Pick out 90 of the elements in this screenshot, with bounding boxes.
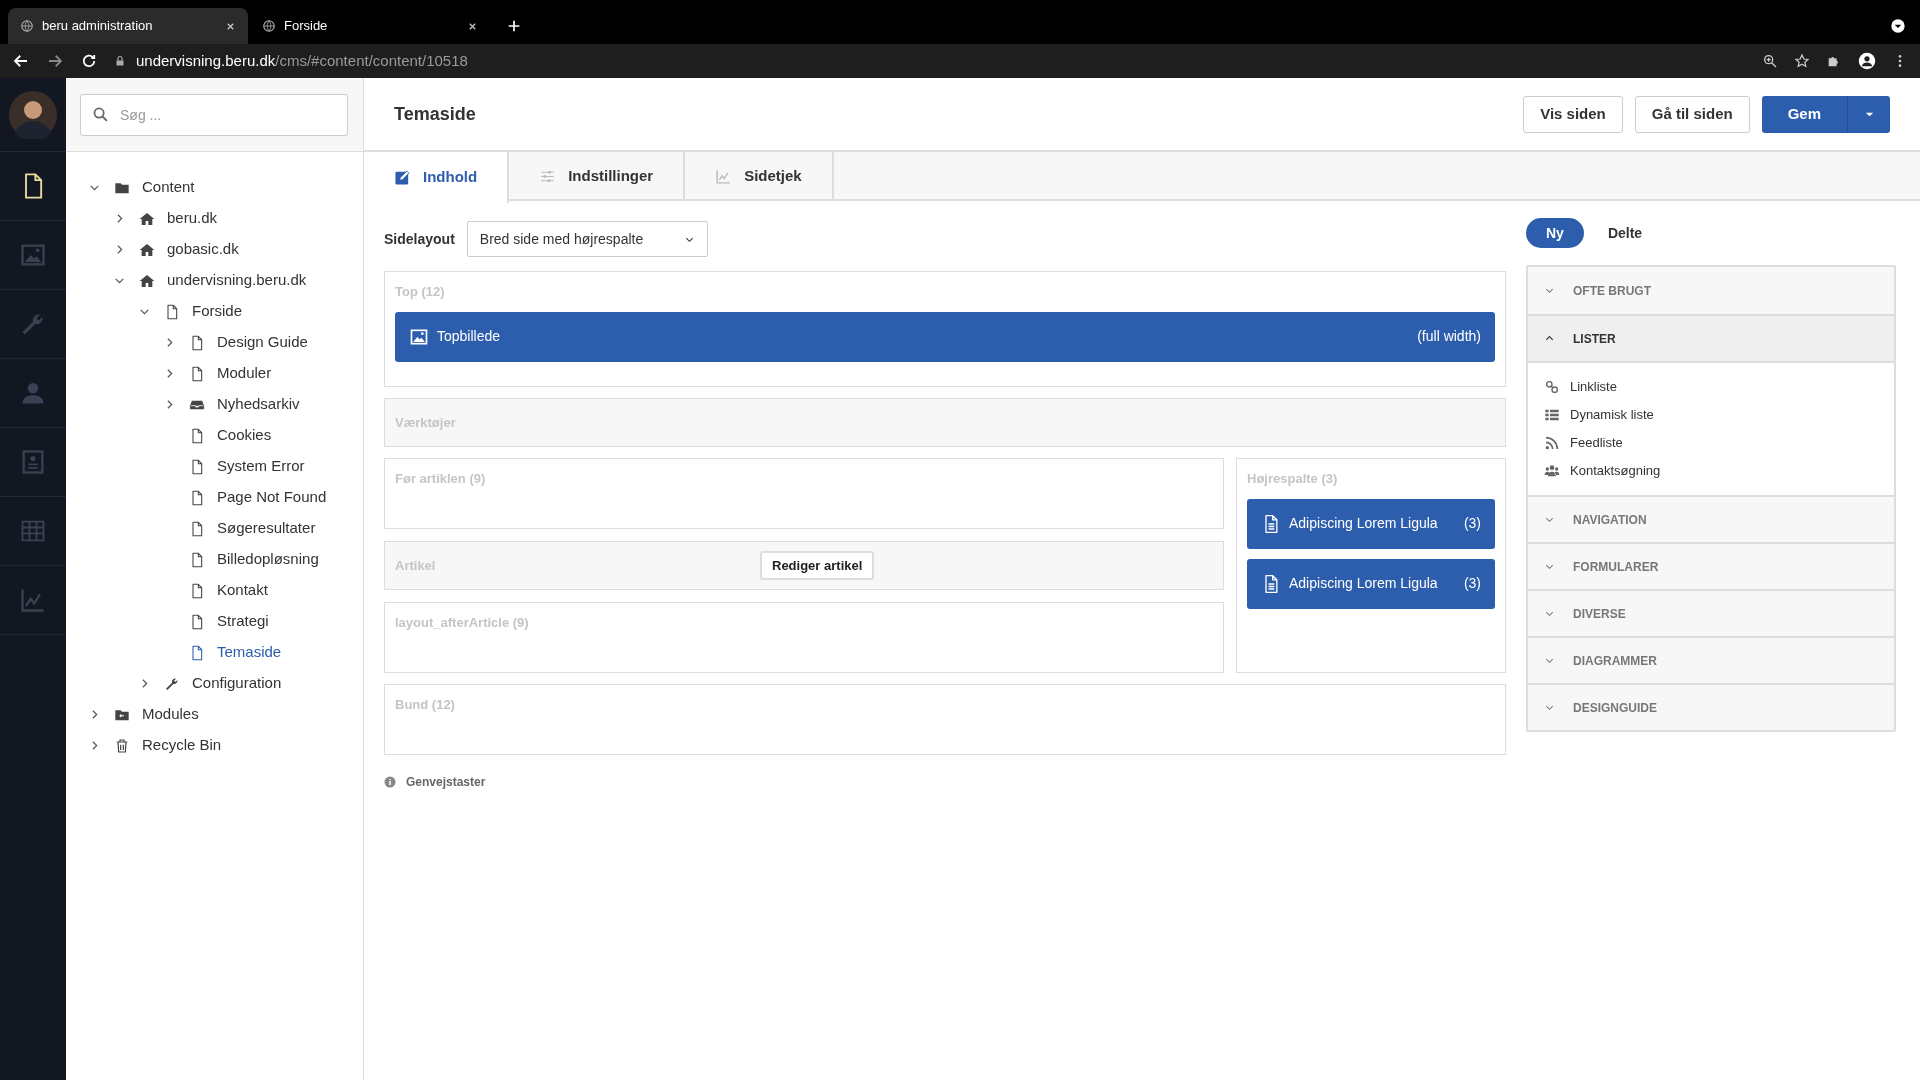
list-icon <box>1544 407 1560 423</box>
sliders-icon <box>539 168 557 185</box>
browser-tab[interactable]: beru administration <box>8 8 248 44</box>
shortcuts-link[interactable]: Genvejstaster <box>406 773 486 791</box>
tree-item[interactable]: Forside <box>86 296 363 327</box>
tree-item[interactable]: Søgeresultater <box>86 513 363 544</box>
tree-item[interactable]: Cookies <box>86 420 363 451</box>
home-icon <box>139 210 155 227</box>
rss-icon <box>1544 435 1560 451</box>
library-item[interactable]: Feedliste <box>1544 429 1878 457</box>
zone-label: Bund (12) <box>395 696 455 714</box>
page-icon <box>189 582 205 599</box>
zone-label: Højrespalte (3) <box>1247 470 1338 488</box>
toggle-button[interactable]: Delte <box>1587 218 1663 248</box>
tree-item[interactable]: Temaside <box>86 637 363 668</box>
tree-item[interactable]: Strategi <box>86 606 363 637</box>
url-path[interactable]: /cms/#content/content/10518 <box>275 49 468 73</box>
library-item[interactable]: Dynamisk liste <box>1544 401 1878 429</box>
layout-select[interactable]: Bred side med højrespalte <box>466 221 708 257</box>
page-title: Temaside <box>394 102 476 126</box>
caret-icon <box>1890 18 1906 34</box>
search-field[interactable]: Søg ... <box>80 93 348 136</box>
info-icon <box>384 776 396 788</box>
accordion-header[interactable]: OFTE BRUGT <box>1528 267 1894 314</box>
chart-icon <box>715 168 733 185</box>
content-block[interactable]: Adipiscing Lorem Ligula (3) <box>1247 498 1495 549</box>
field-label: Sidelayout <box>384 229 455 249</box>
url-host[interactable]: undervisning.beru.dk <box>136 49 276 73</box>
globe-icon <box>20 19 34 33</box>
toggle-button[interactable]: Ny <box>1526 218 1584 248</box>
tree-item[interactable]: Configuration <box>86 668 363 699</box>
tree-item[interactable]: System Error <box>86 451 363 482</box>
accordion-header[interactable]: DIVERSE <box>1528 589 1894 636</box>
profile-icon <box>1858 52 1876 70</box>
tab[interactable]: Sidetjek <box>685 152 834 201</box>
page-icon <box>189 644 205 661</box>
star-icon <box>1794 53 1810 69</box>
page-icon <box>164 303 180 320</box>
library-item[interactable]: Kontaktsøgning <box>1544 457 1878 485</box>
edit-article-button[interactable]: Rediger artikel <box>760 551 875 580</box>
page-icon <box>189 334 205 351</box>
content-block[interactable]: Adipiscing Lorem Ligula (3) <box>1247 558 1495 609</box>
trash-icon <box>114 737 130 754</box>
lock-icon <box>114 55 126 67</box>
header-button[interactable]: Vis siden <box>1523 95 1623 133</box>
tree-item[interactable]: beru.dk <box>86 203 363 234</box>
accordion-header[interactable]: FORMULARER <box>1528 542 1894 589</box>
edit-icon <box>394 169 411 186</box>
forward-icon <box>46 52 64 70</box>
tab[interactable]: Indstillinger <box>509 152 686 201</box>
accordion-header[interactable]: NAVIGATION <box>1528 495 1894 542</box>
tree-item[interactable]: Design Guide <box>86 327 363 358</box>
header-button[interactable]: Gå til siden <box>1634 95 1750 133</box>
page-icon <box>189 365 205 382</box>
home-icon <box>139 272 155 289</box>
page-icon <box>189 520 205 537</box>
users-icon <box>1544 463 1560 479</box>
home-icon <box>139 241 155 258</box>
accordion-header[interactable]: DIAGRAMMER <box>1528 636 1894 683</box>
accordion-header[interactable]: LISTER <box>1528 314 1894 361</box>
tree-item[interactable]: Content <box>86 172 363 203</box>
tree-item[interactable]: Kontakt <box>86 575 363 606</box>
zoom-icon <box>1762 53 1778 69</box>
tree-item[interactable]: Moduler <box>86 358 363 389</box>
zone-label: Top (12) <box>395 283 445 301</box>
zone-label: layout_afterArticle (9) <box>395 614 529 632</box>
accordion-header[interactable]: DESIGNGUIDE <box>1528 683 1894 730</box>
globe-icon <box>262 19 276 33</box>
page-icon <box>189 551 205 568</box>
page-icon <box>189 458 205 475</box>
page-icon <box>189 427 205 444</box>
plus-icon <box>506 18 522 34</box>
tree-item[interactable]: Recycle Bin <box>86 730 363 761</box>
tree-item[interactable]: undervisning.beru.dk <box>86 265 363 296</box>
search-icon <box>92 105 109 123</box>
reload-icon <box>80 52 98 70</box>
tab[interactable]: Indhold <box>364 152 510 203</box>
tree-item[interactable]: Billedopløsning <box>86 544 363 575</box>
library-item[interactable]: Linkliste <box>1544 373 1878 401</box>
page-icon <box>189 489 205 506</box>
zone-label: Før artiklen (9) <box>395 470 486 488</box>
tree-item[interactable]: Nyhedsarkiv <box>86 389 363 420</box>
page-icon <box>189 613 205 630</box>
link-icon <box>1544 379 1560 395</box>
avatar-icon <box>9 90 57 139</box>
content-block[interactable]: Topbillede (full width) <box>395 311 1495 362</box>
tree-item[interactable]: gobasic.dk <box>86 234 363 265</box>
back-icon <box>12 52 30 70</box>
tree-item[interactable]: Modules <box>86 699 363 730</box>
tree-item[interactable]: Page Not Found <box>86 482 363 513</box>
